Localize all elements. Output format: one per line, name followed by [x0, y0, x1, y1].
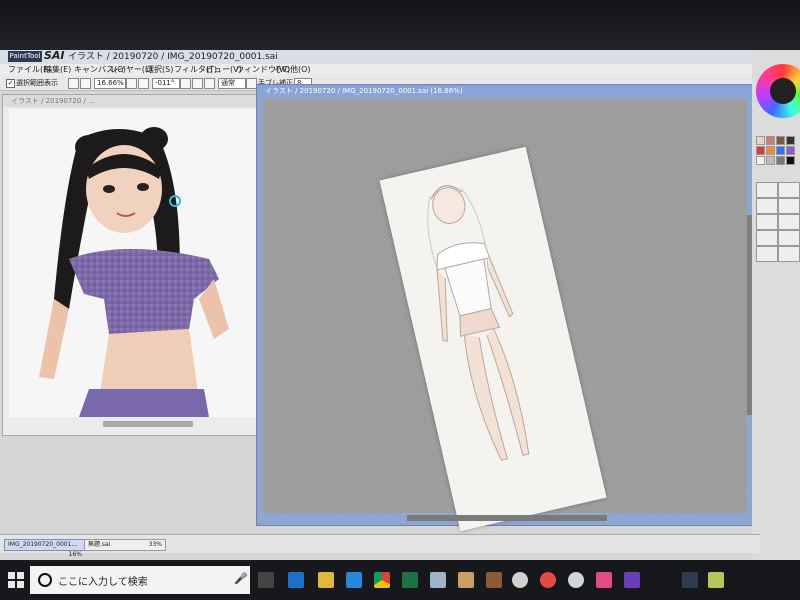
task-view-icon[interactable] — [258, 572, 274, 588]
document-tabs-bar: IMG_20190720_0001... 16% 無題.sai 33% — [0, 534, 760, 558]
cortana-icon — [38, 573, 52, 587]
menu-other[interactable]: その他(O) — [274, 64, 311, 76]
select-pen-tool[interactable] — [756, 230, 778, 246]
notepad-icon[interactable] — [430, 572, 446, 588]
selection-display-label: 選択範囲表示 — [16, 79, 58, 87]
swatch[interactable] — [776, 146, 785, 155]
airbrush-tool[interactable] — [756, 198, 778, 214]
right-document-window[interactable]: イラスト / 20190720 / IMG_20190720_0001.sai … — [256, 84, 756, 532]
window-title: イラスト / 20190720 / IMG_20190720_0001.sai — [68, 52, 278, 62]
visual-studio-icon[interactable] — [624, 572, 640, 588]
zoom-reset-button[interactable] — [126, 78, 137, 89]
doc-tab-2-zoom: 33% — [148, 541, 162, 548]
settings-icon[interactable] — [512, 572, 528, 588]
swatch[interactable] — [766, 156, 775, 165]
ie-icon[interactable] — [346, 572, 362, 588]
zoom-out-button[interactable] — [68, 78, 79, 89]
rotate-field[interactable]: -011° — [152, 78, 180, 89]
illustration-girl-closeup — [39, 127, 229, 417]
swatch[interactable] — [756, 136, 765, 145]
color-swatches[interactable] — [756, 136, 800, 176]
app-icon[interactable] — [568, 572, 584, 588]
sketch-full-body — [427, 185, 530, 461]
tray-app-icon[interactable] — [708, 572, 724, 588]
taskbar-search-placeholder: ここに入力して検索 — [58, 577, 148, 588]
left-canvas[interactable] — [9, 109, 257, 417]
menu-edit[interactable]: 編集(E) — [44, 64, 71, 76]
paper-sheet — [379, 146, 607, 532]
app-brand: SAI — [44, 50, 65, 62]
sai-icon[interactable] — [682, 572, 698, 588]
blend-select[interactable]: 通常 — [218, 78, 246, 89]
photo-icon[interactable] — [458, 572, 474, 588]
zoom-field[interactable]: 16.66% — [94, 78, 126, 89]
color-wheel-center[interactable] — [770, 78, 796, 104]
microphone-icon[interactable]: 🎤 — [234, 572, 248, 585]
swatch[interactable] — [756, 156, 765, 165]
bucket-tool[interactable] — [756, 246, 778, 262]
excel-icon[interactable] — [402, 572, 418, 588]
rotate-left-button[interactable] — [138, 78, 149, 89]
swatch[interactable] — [786, 146, 795, 155]
chrome-icon[interactable] — [374, 572, 390, 588]
swatch[interactable] — [776, 136, 785, 145]
monitor-bezel — [0, 0, 800, 56]
swatch[interactable] — [776, 156, 785, 165]
windows-start-icon[interactable] — [8, 572, 24, 588]
store-icon[interactable] — [596, 572, 612, 588]
left-document-window[interactable]: イラスト / 20190720 / ... — [2, 94, 260, 436]
right-canvas-area[interactable] — [263, 99, 747, 532]
edge-icon[interactable] — [288, 572, 304, 588]
flip-button[interactable] — [204, 78, 215, 89]
brush-tool[interactable] — [778, 182, 800, 198]
app-logo: PaintTool — [8, 51, 42, 62]
marker-tool[interactable] — [756, 214, 778, 230]
binary-pen-tool[interactable] — [778, 246, 800, 262]
swatch[interactable] — [786, 136, 795, 145]
doc-tab-1[interactable]: IMG_20190720_0001... 16% — [4, 539, 86, 558]
taskbar-search[interactable]: ここに入力して検索 🎤 — [30, 566, 250, 594]
selection-display-checkbox[interactable]: ✓ — [6, 79, 15, 88]
left-horizontal-scrollbar[interactable] — [103, 421, 193, 427]
color-wheel[interactable] — [756, 64, 800, 118]
right-window-title: イラスト / 20190720 / IMG_20190720_0001.sai … — [257, 85, 755, 97]
select-eraser-tool[interactable] — [778, 230, 800, 246]
paint-icon[interactable] — [486, 572, 502, 588]
tool-panel — [752, 50, 800, 570]
menu-select[interactable]: 選択(S) — [146, 64, 173, 76]
windows-taskbar: ここに入力して検索 🎤 — [0, 560, 800, 600]
swatch[interactable] — [756, 146, 765, 155]
doc-tab-2[interactable]: 無題.sai 33% — [84, 539, 166, 551]
doc-tab-1-label: IMG_20190720_0001... — [8, 541, 78, 548]
swatch[interactable] — [766, 146, 775, 155]
app-titlebar: PaintTool SAI イラスト / 20190720 / IMG_2019… — [0, 50, 760, 64]
file-explorer-icon[interactable] — [318, 572, 334, 588]
left-window-title: イラスト / 20190720 / ... — [3, 95, 259, 107]
zoom-in-button[interactable] — [80, 78, 91, 89]
right-horizontal-scrollbar[interactable] — [407, 515, 607, 521]
swatch[interactable] — [766, 136, 775, 145]
doc-tab-2-label: 無題.sai — [88, 541, 111, 548]
menu-bar: ファイル(F) 編集(E) キャンバス(C) レイヤー(L) 選択(S) フィル… — [0, 64, 760, 76]
rotate-right-button[interactable] — [180, 78, 191, 89]
rotate-reset-button[interactable] — [192, 78, 203, 89]
doc-tab-1-zoom: 16% — [68, 551, 82, 558]
screen: PaintTool SAI イラスト / 20190720 / IMG_2019… — [0, 50, 800, 600]
camera-icon[interactable] — [540, 572, 556, 588]
swatch[interactable] — [786, 156, 795, 165]
pencil-tool[interactable] — [756, 182, 778, 198]
eraser-tool[interactable] — [778, 214, 800, 230]
watercolor-tool[interactable] — [778, 198, 800, 214]
